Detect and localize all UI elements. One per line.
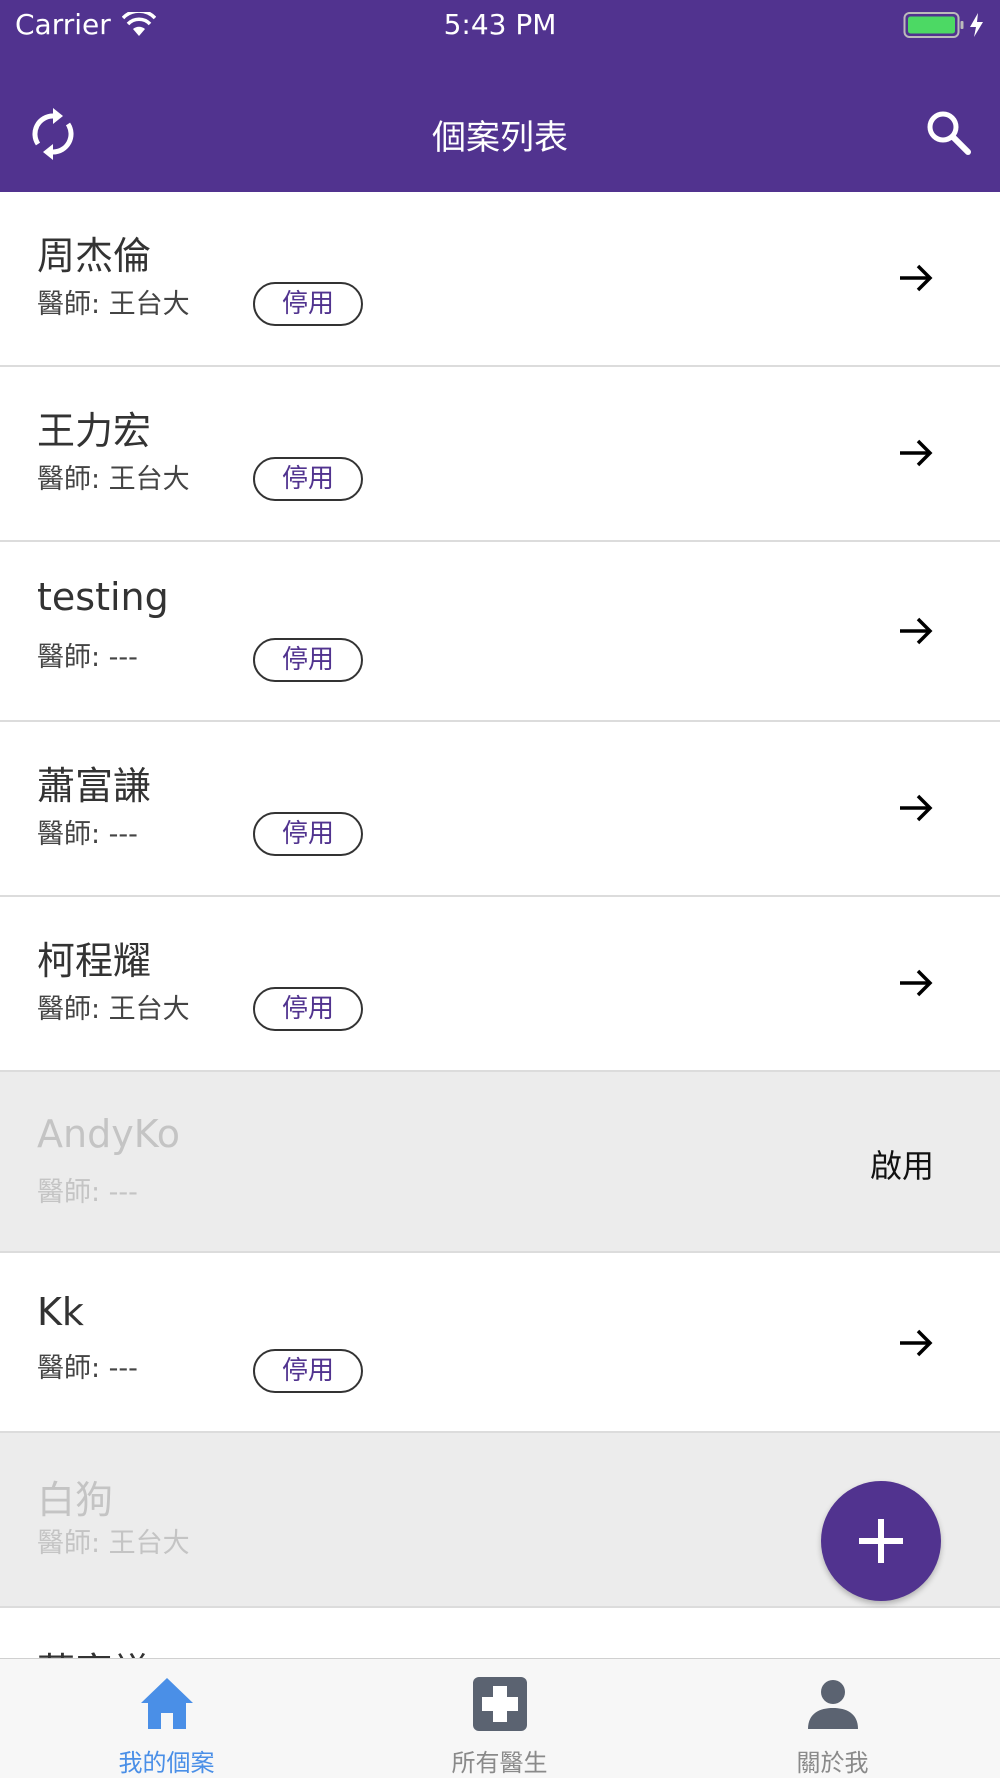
case-name: Kk — [37, 1290, 84, 1334]
battery-icon — [903, 12, 983, 38]
tab-label: 所有醫生 — [451, 1749, 548, 1777]
case-row[interactable]: testing 醫師: --- 停用 — [0, 542, 1000, 722]
enable-button[interactable]: 啟用 — [870, 1141, 934, 1187]
tab-all-doctors[interactable]: 所有醫生 — [333, 1659, 666, 1779]
case-name: 蕭富謙 — [37, 1641, 151, 1658]
disable-button[interactable]: 停用 — [253, 987, 363, 1031]
search-icon[interactable] — [924, 108, 972, 156]
case-row[interactable]: 柯程耀 醫師: 王台大 停用 — [0, 897, 1000, 1072]
case-doctor: 醫師: 王台大 — [37, 994, 190, 1025]
tab-my-cases[interactable]: 我的個案 — [0, 1659, 333, 1779]
case-doctor: 醫師: 王台大 — [37, 289, 190, 320]
medical-cross-icon — [473, 1677, 527, 1731]
nav-bar: 個案列表 — [0, 52, 1000, 192]
case-doctor: 醫師: 王台大 — [37, 1528, 190, 1559]
case-row-disabled[interactable]: AndyKo 醫師: --- 啟用 — [0, 1072, 1000, 1253]
arrow-right-icon[interactable] — [896, 963, 936, 1003]
case-doctor: 醫師: --- — [37, 1353, 138, 1384]
arrow-right-icon[interactable] — [896, 258, 936, 298]
case-name: 白狗 — [37, 1478, 114, 1522]
case-row[interactable]: 王力宏 醫師: 王台大 停用 — [0, 367, 1000, 542]
home-icon — [141, 1678, 193, 1729]
tab-label: 關於我 — [796, 1749, 869, 1777]
case-doctor: 醫師: --- — [37, 642, 138, 673]
case-row[interactable]: Kk 醫師: --- 停用 — [0, 1253, 1000, 1433]
case-name: 柯程耀 — [37, 939, 152, 983]
case-doctor: 醫師: --- — [37, 1177, 138, 1208]
case-list[interactable]: 周杰倫 醫師: 王台大 停用 王力宏 醫師: 王台大 停用 testing 醫師… — [0, 192, 1000, 1658]
disable-button[interactable]: 停用 — [253, 638, 363, 682]
plus-icon — [859, 1519, 903, 1563]
clock-label: 5:43 PM — [443, 8, 557, 41]
tab-label: 我的個案 — [118, 1749, 215, 1777]
case-row[interactable]: 蕭富謙 醫師: --- 停用 — [0, 722, 1000, 897]
case-doctor: 醫師: 王台大 — [37, 464, 190, 495]
disable-button[interactable]: 停用 — [253, 457, 363, 501]
case-name: 王力宏 — [37, 409, 152, 453]
case-name: 蕭富謙 — [37, 764, 152, 808]
case-row[interactable]: 周杰倫 醫師: 王台大 停用 — [0, 192, 1000, 367]
disable-button[interactable]: 停用 — [253, 812, 363, 856]
person-icon — [808, 1680, 858, 1729]
arrow-right-icon[interactable] — [896, 433, 936, 473]
arrow-right-icon[interactable] — [896, 611, 936, 651]
status-bar: Carrier 5:43 PM — [0, 0, 1000, 52]
tab-about-me[interactable]: 關於我 — [666, 1659, 999, 1779]
tab-bar: 我的個案 所有醫生 關於我 — [0, 1658, 1000, 1778]
case-name: 周杰倫 — [37, 234, 152, 278]
disable-button[interactable]: 停用 — [253, 1349, 363, 1393]
case-name: AndyKo — [37, 1112, 180, 1156]
arrow-right-icon[interactable] — [896, 788, 936, 828]
disable-button[interactable]: 停用 — [253, 282, 363, 326]
add-case-button[interactable] — [821, 1481, 941, 1601]
page-title: 個案列表 — [432, 118, 568, 158]
case-name: testing — [37, 575, 169, 619]
case-doctor: 醫師: --- — [37, 819, 138, 850]
case-row[interactable]: 蕭富謙 — [0, 1608, 1000, 1658]
arrow-right-icon[interactable] — [896, 1323, 936, 1363]
